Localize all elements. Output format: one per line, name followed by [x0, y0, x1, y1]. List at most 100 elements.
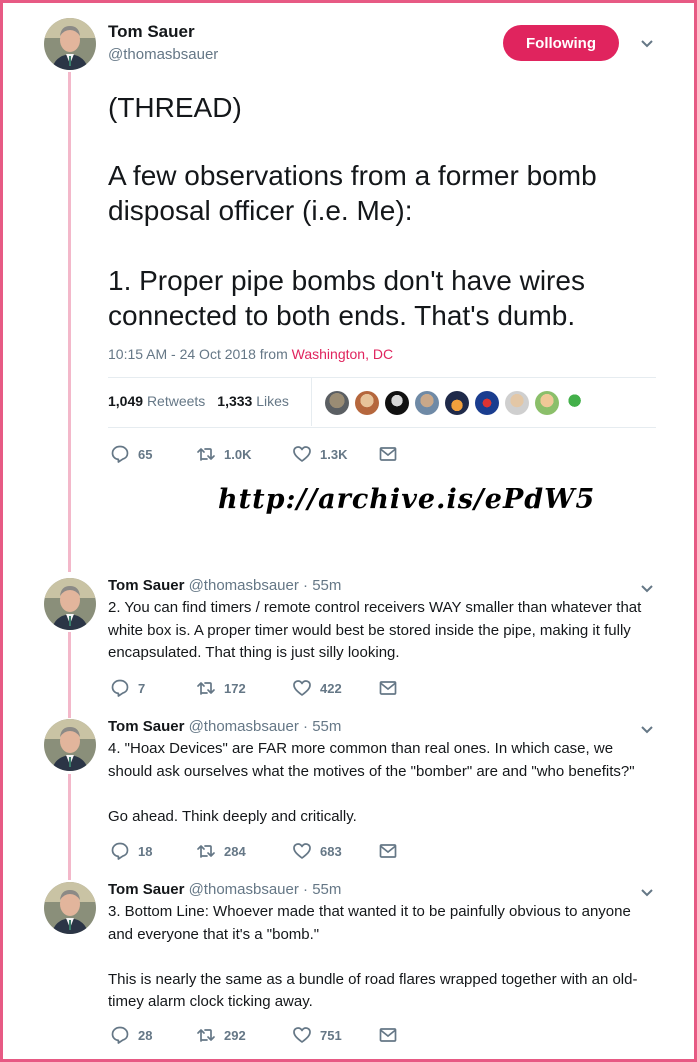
retweet-icon — [197, 1029, 215, 1042]
retweet-icon — [197, 845, 215, 858]
like-button[interactable]: 422 — [292, 678, 378, 698]
tweet-text-line: 1. Proper pipe bombs don't have wires — [108, 265, 585, 296]
heart-icon — [293, 446, 311, 462]
tweet-actions: 65 1.0K 1.3K — [110, 444, 398, 464]
timestamp-text[interactable]: 10:15 AM - 24 Oct 2018 from — [108, 346, 288, 362]
reply-count: 65 — [138, 446, 153, 462]
liker-avatar[interactable] — [415, 391, 439, 415]
engagement-stats: 1,049 Retweets 1,333 Likes — [108, 393, 289, 409]
avatar[interactable] — [44, 18, 96, 70]
message-button[interactable] — [378, 678, 398, 698]
liker-avatar[interactable] — [565, 391, 589, 415]
tweet-actions: 7 172 422 — [110, 678, 398, 698]
reply-text-line — [108, 783, 656, 806]
like-button[interactable]: 751 — [292, 1025, 378, 1045]
retweet-count: 292 — [224, 1027, 246, 1043]
reply-icon — [111, 1026, 129, 1044]
like-count: 683 — [320, 843, 342, 859]
envelope-icon — [379, 844, 397, 858]
thread-line — [68, 632, 71, 718]
chevron-down-icon[interactable] — [641, 726, 653, 734]
liker-avatar[interactable] — [505, 391, 529, 415]
reply-button[interactable]: 18 — [110, 841, 196, 861]
location-link[interactable]: Washington, DC — [292, 346, 393, 362]
divider — [311, 378, 312, 426]
retweets-stat[interactable]: 1,049 Retweets — [108, 393, 205, 409]
divider — [108, 377, 656, 378]
likes-count: 1,333 — [217, 393, 253, 409]
envelope-icon — [379, 681, 397, 695]
retweet-count: 172 — [224, 680, 246, 696]
reply-button[interactable]: 65 — [110, 444, 196, 464]
like-button[interactable]: 683 — [292, 841, 378, 861]
liker-avatar[interactable] — [445, 391, 469, 415]
tweet-text-line: A few observations from a former bomb — [108, 160, 597, 191]
chevron-down-icon[interactable] — [641, 585, 653, 593]
author-handle[interactable]: @thomasbsauer — [108, 46, 218, 63]
message-button[interactable] — [378, 1025, 398, 1045]
liker-avatar[interactable] — [535, 391, 559, 415]
chevron-down-icon[interactable] — [641, 889, 653, 897]
tweet-text-line: disposal officer (i.e. Me): — [108, 195, 413, 226]
avatar[interactable] — [44, 882, 96, 934]
author-handle[interactable]: @thomasbsauer — [189, 718, 299, 735]
author-name[interactable]: Tom Sauer — [108, 22, 195, 42]
reply-icon — [111, 445, 129, 463]
reply-header: Tom Sauer @thomasbsauer · 55m — [108, 577, 341, 594]
retweet-button[interactable]: 284 — [196, 841, 292, 861]
reply-text-line — [108, 946, 656, 969]
message-button[interactable] — [378, 444, 398, 464]
author-handle[interactable]: @thomasbsauer — [189, 577, 299, 594]
retweet-icon — [197, 682, 215, 695]
reply-header: Tom Sauer @thomasbsauer · 55m — [108, 881, 341, 898]
reply-icon — [111, 679, 129, 697]
likes-stat[interactable]: 1,333 Likes — [217, 393, 289, 409]
retweet-button[interactable]: 172 — [196, 678, 292, 698]
heart-icon — [293, 843, 311, 859]
reply-count: 18 — [138, 843, 153, 859]
author-name[interactable]: Tom Sauer — [108, 881, 184, 898]
author-name[interactable]: Tom Sauer — [108, 577, 184, 594]
following-button[interactable]: Following — [503, 25, 619, 61]
heart-icon — [293, 680, 311, 696]
chevron-down-icon[interactable] — [641, 40, 653, 48]
like-count: 422 — [320, 680, 342, 696]
liker-avatars — [325, 391, 589, 415]
archive-link[interactable]: http://archive.is/ePdW5 — [218, 484, 595, 515]
reply-button[interactable]: 28 — [110, 1025, 196, 1045]
reply-count: 7 — [138, 680, 146, 696]
tweet-actions: 28 292 751 — [110, 1025, 398, 1045]
retweet-button[interactable]: 1.0K — [196, 444, 292, 464]
likes-label: Likes — [256, 393, 289, 409]
avatar[interactable] — [44, 578, 96, 630]
reply-button[interactable]: 7 — [110, 678, 196, 698]
like-button[interactable]: 1.3K — [292, 444, 378, 464]
avatar[interactable] — [44, 719, 96, 771]
reply-text-line: 4. "Hoax Devices" are FAR more common th… — [108, 740, 614, 757]
reply-time[interactable]: · 55m — [303, 718, 341, 735]
liker-avatar[interactable] — [475, 391, 499, 415]
like-count: 1.3K — [320, 446, 348, 462]
reply-icon — [111, 842, 129, 860]
retweet-button[interactable]: 292 — [196, 1025, 292, 1045]
reply-time[interactable]: · 55m — [303, 881, 341, 898]
reply-text-line: This is nearly the same as a bundle of r… — [108, 970, 638, 988]
reply-text-line: and everyone that it's a "bomb." — [108, 925, 320, 943]
message-button[interactable] — [378, 841, 398, 861]
author-name[interactable]: Tom Sauer — [108, 718, 184, 735]
author-handle[interactable]: @thomasbsauer — [189, 881, 299, 898]
liker-avatar[interactable] — [325, 391, 349, 415]
reply-text-line: white box is. A proper timer would best … — [108, 621, 631, 639]
thread-line — [68, 774, 71, 880]
reply-time[interactable]: · 55m — [303, 577, 341, 594]
reply-text: 3. Bottom Line: Whoever made that wanted… — [108, 901, 656, 1014]
reply-text-line: 3. Bottom Line: Whoever made that wanted… — [108, 903, 631, 920]
retweet-count: 1.0K — [224, 446, 252, 462]
thread-line — [68, 72, 71, 572]
liker-avatar[interactable] — [355, 391, 379, 415]
divider — [108, 427, 656, 428]
reply-text: 2. You can find timers / remote control … — [108, 597, 656, 665]
tweet-actions: 18 284 683 — [110, 841, 398, 861]
liker-avatar[interactable] — [385, 391, 409, 415]
reply-count: 28 — [138, 1027, 153, 1043]
